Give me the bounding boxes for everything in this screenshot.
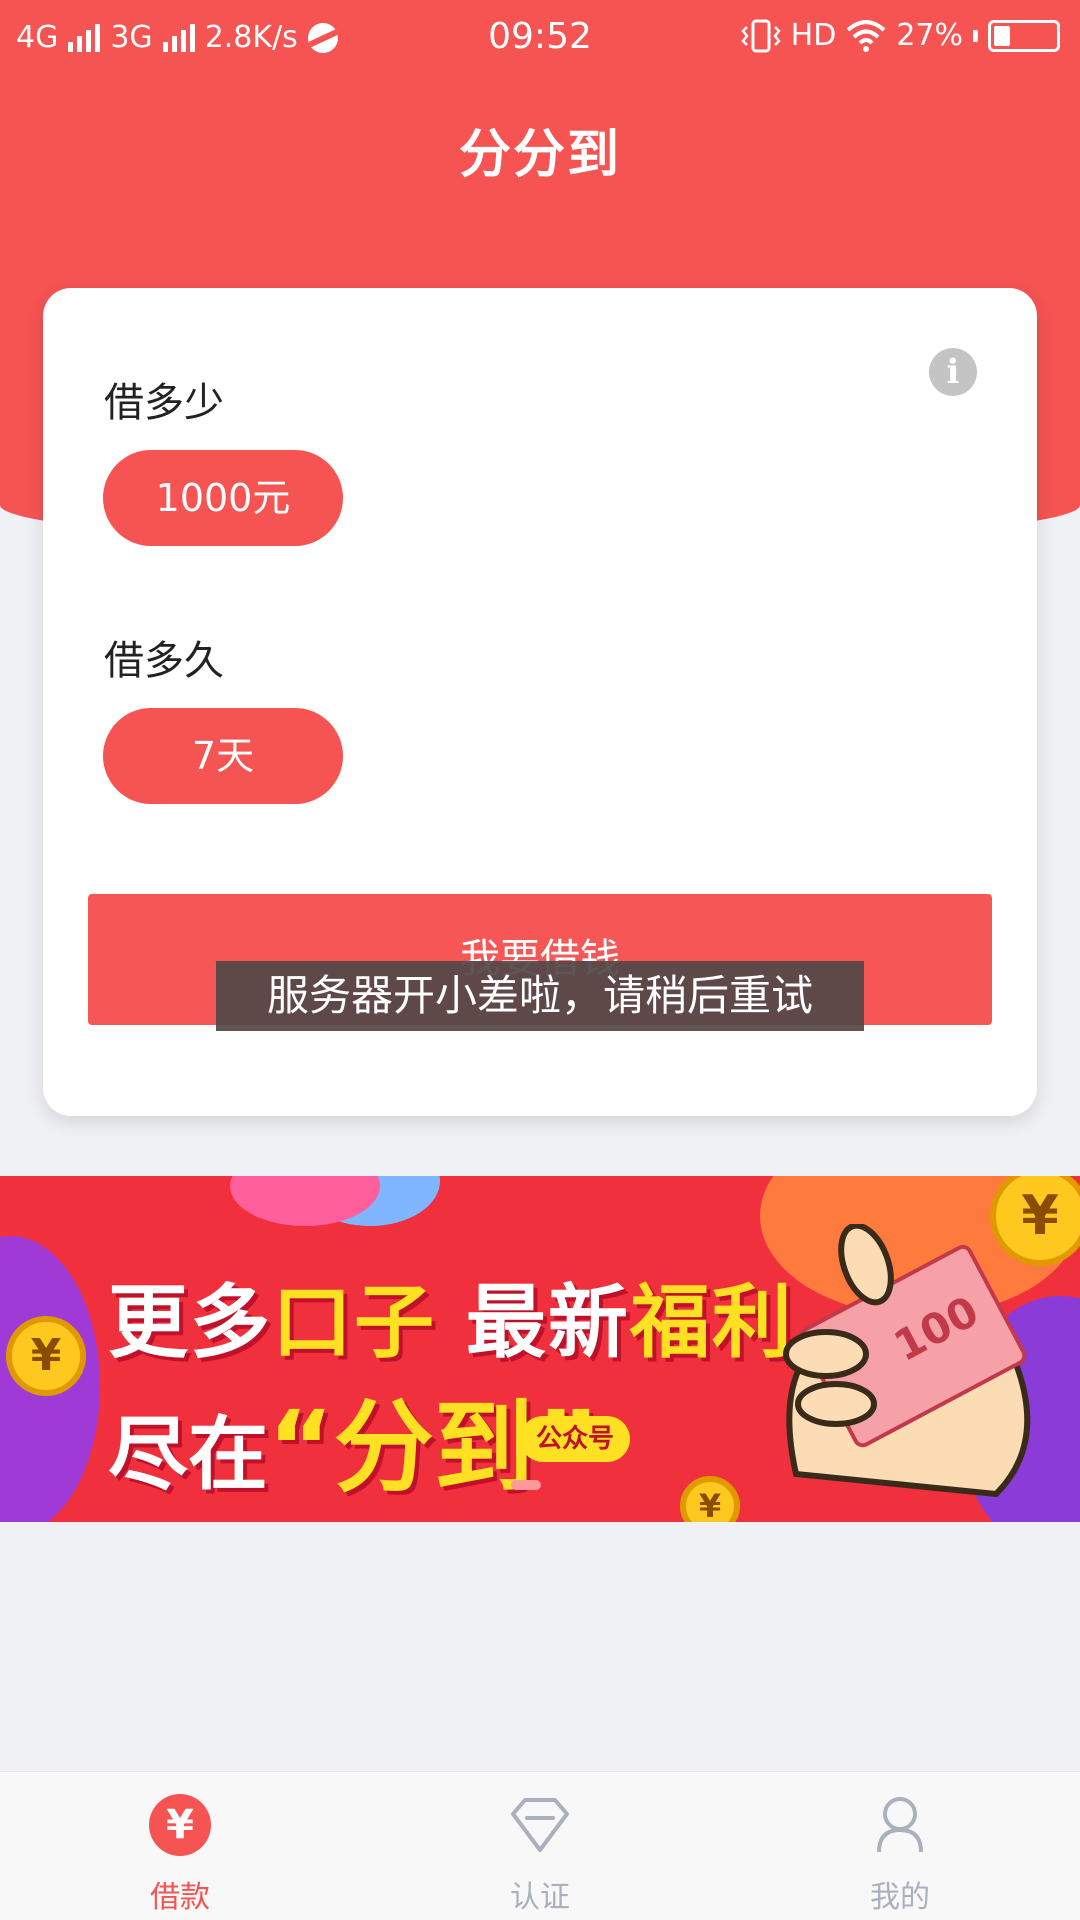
status-bar: 4G 3G 2.8K/s 09:52 HD 27% (0, 0, 1080, 76)
tab-verify[interactable]: 认证 (360, 1772, 720, 1920)
battery-tip (973, 29, 978, 42)
amount-label: 借多少 (104, 380, 224, 426)
bottom-nav: ¥ 借款 认证 我的 (0, 1771, 1080, 1920)
amount-selector[interactable]: 1000元 (103, 450, 343, 546)
tab-borrow[interactable]: ¥ 借款 (0, 1772, 360, 1920)
tab-borrow-label: 借款 (150, 1880, 210, 1915)
error-toast: 服务器开小差啦，请稍后重试 (216, 961, 864, 1031)
wifi-icon (846, 19, 886, 52)
money-hand-illustration: 100 (783, 1224, 1031, 1498)
coin-icon: ¥ (680, 1476, 740, 1522)
promo-banner[interactable]: 更多口子 最新福利 尽在“分到” 公众号 ¥ ¥ ¥ 100 (0, 1176, 1080, 1522)
coin-icon: ¥ (6, 1316, 86, 1396)
hd-indicator: HD (790, 18, 837, 53)
battery-icon (988, 19, 1060, 52)
tab-verify-label: 认证 (510, 1880, 570, 1915)
status-right: HD 27% (740, 18, 1060, 53)
banner-pagination-dot[interactable] (511, 1480, 541, 1490)
diamond-icon (511, 1798, 569, 1852)
battery-percent: 27% (896, 18, 963, 53)
page-title: 分分到 (458, 125, 621, 185)
banner-headline-1: 更多口子 最新福利 (108, 1276, 794, 1369)
duration-selector[interactable]: 7天 (103, 708, 343, 804)
person-icon (877, 1797, 923, 1853)
duration-label: 借多久 (104, 638, 224, 684)
tab-mine[interactable]: 我的 (720, 1772, 1080, 1920)
info-icon[interactable]: i (929, 348, 977, 396)
tab-mine-label: 我的 (870, 1880, 930, 1915)
yen-icon: ¥ (149, 1794, 211, 1856)
vibrate-icon (740, 19, 781, 52)
banner-badge: 公众号 (520, 1416, 630, 1462)
